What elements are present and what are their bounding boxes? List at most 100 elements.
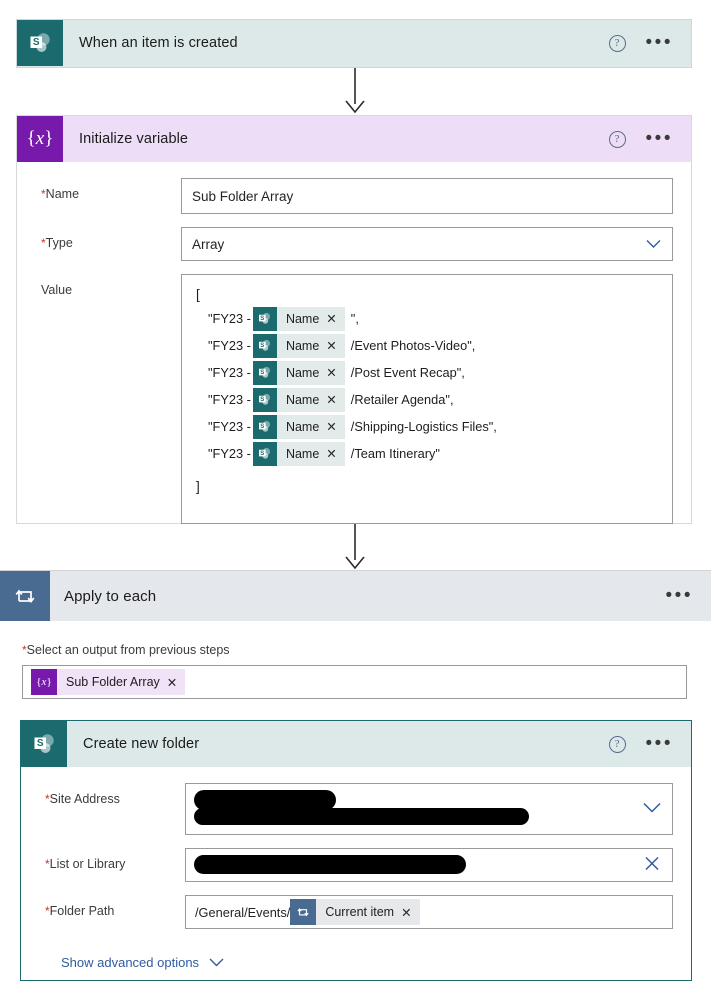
dynamic-content-token[interactable]: {x} Sub Folder Array ✕ [31,669,186,695]
site-address-dropdown[interactable] [185,783,673,835]
scope-card-apply-to-each[interactable]: Apply to each ••• *Select an output from… [0,570,711,999]
show-advanced-options-link[interactable]: Show advanced options [61,955,224,970]
apply-to-each-title: Apply to each [64,587,157,605]
field-row-site-address: *Site Address [21,783,691,835]
action-card-create-new-folder[interactable]: S Create new folder ? ••• *Site Address [20,720,692,981]
array-open-bracket: [ [196,287,200,302]
create-new-folder-header-actions: ? ••• [608,734,691,753]
show-advanced-options-label: Show advanced options [61,955,200,970]
help-icon[interactable]: ? [608,735,626,753]
connector-arrow-1 [340,68,370,114]
sharepoint-icon: S [252,360,277,385]
help-icon[interactable]: ? [608,34,626,52]
sharepoint-icon: S [252,414,277,439]
apply-to-each-header[interactable]: Apply to each ••• [0,571,711,621]
folder-path-label: *Folder Path [45,904,115,918]
chevron-down-icon[interactable] [209,955,224,970]
redaction-mark [194,790,336,810]
dynamic-content-token[interactable]: S Name ✕ [252,360,345,385]
name-input[interactable]: Sub Folder Array [181,178,673,214]
array-item-row: "FY23 - S Nam [194,305,660,332]
overflow-menu-icon[interactable]: ••• [646,33,673,52]
dynamic-content-token[interactable]: S Name ✕ [252,387,345,412]
folder-path-input[interactable]: /General/Events/ Current item ✕ [185,895,673,929]
remove-token-icon[interactable]: ✕ [326,419,344,434]
sharepoint-icon: S [252,306,277,331]
svg-text:S: S [261,451,265,457]
name-input-value: Sub Folder Array [192,188,294,204]
array-item-row: "FY23 - S Nam [194,359,660,386]
sharepoint-icon: S [252,441,277,466]
remove-token-icon[interactable]: ✕ [326,392,344,407]
trigger-header-actions: ? ••• [608,33,691,52]
trigger-card-header[interactable]: S When an item is created ? ••• [17,20,691,66]
array-item-row: "FY23 - S Nam [194,413,660,440]
site-address-label: *Site Address [45,792,120,806]
remove-token-icon[interactable]: ✕ [326,338,344,353]
folder-path-value: /General/Events/ [195,904,291,920]
initialize-variable-title: Initialize variable [79,131,189,147]
svg-text:S: S [261,343,265,349]
svg-text:S: S [261,370,265,376]
dynamic-content-token[interactable]: Current item ✕ [290,899,420,925]
overflow-menu-icon[interactable]: ••• [646,734,673,753]
redaction-mark [194,855,466,874]
svg-text:S: S [37,738,44,749]
select-output-label: Select an output from previous steps [26,643,230,657]
trigger-card-when-an-item-is-created[interactable]: S When an item is created ? ••• [16,19,692,68]
action-card-initialize-variable[interactable]: {x} Initialize variable ? ••• *Name Sub … [16,115,692,524]
array-item-row: "FY23 - S Nam [194,386,660,413]
variable-braces-icon: {x} [31,669,57,695]
field-row-type: *Type Array [17,227,691,261]
sharepoint-icon: S [21,721,67,767]
redaction-mark [194,808,529,825]
variable-braces-icon: {x} [17,116,63,162]
svg-text:S: S [33,37,40,48]
dynamic-content-token[interactable]: S Name ✕ [252,414,345,439]
sharepoint-icon: S [252,387,277,412]
help-icon[interactable]: ? [608,130,626,148]
token-label: Name [285,419,320,434]
array-item-row: "FY23 - S Nam [194,440,660,467]
sharepoint-icon: S [17,20,63,66]
list-or-library-label: *List or Library [45,857,126,871]
type-dropdown-value: Array [192,236,225,252]
sharepoint-icon: S [252,333,277,358]
token-label: Name [285,365,320,380]
initialize-variable-body: *Name Sub Folder Array *Type Array Value… [17,162,691,524]
field-row-value: Value [ "FY23 - S Name ✕ ", "FY23 - S Na… [17,274,691,524]
type-label: *Type [41,236,73,250]
dynamic-content-token[interactable]: S Name ✕ [252,333,345,358]
clear-field-icon[interactable] [644,856,660,875]
create-new-folder-body: *Site Address *List or Library *Folder P… [21,767,691,972]
dynamic-content-token[interactable]: S Name ✕ [252,441,345,466]
initialize-variable-header[interactable]: {x} Initialize variable ? ••• [17,116,691,162]
create-new-folder-header[interactable]: S Create new folder ? ••• [21,721,691,767]
array-close-bracket: ] [196,479,200,494]
token-label: Current item [325,905,395,919]
trigger-title: When an item is created [79,35,238,51]
chevron-down-icon[interactable] [646,237,661,252]
overflow-menu-icon[interactable]: ••• [666,586,693,605]
list-or-library-dropdown[interactable] [185,848,673,882]
token-label: Name [285,392,320,407]
connector-arrow-2 [340,524,370,570]
remove-token-icon[interactable]: ✕ [326,365,344,380]
token-label: Name [285,338,320,353]
svg-text:S: S [261,424,265,430]
value-editor[interactable]: [ "FY23 - S Name ✕ ", "FY23 - S Name ✕ /… [181,274,673,524]
flow-designer-canvas: S When an item is created ? ••• {x} Init… [0,0,711,999]
chevron-down-icon[interactable] [643,802,661,817]
token-label: Name [285,446,320,461]
array-item-row: "FY23 - S Nam [194,332,660,359]
field-row-list-or-library: *List or Library [21,848,691,882]
svg-text:S: S [261,316,265,322]
remove-token-icon[interactable]: ✕ [167,675,185,690]
dynamic-content-token[interactable]: S Name ✕ [252,306,345,331]
overflow-menu-icon[interactable]: ••• [646,129,673,148]
type-dropdown[interactable]: Array [181,227,673,261]
remove-token-icon[interactable]: ✕ [401,905,419,920]
remove-token-icon[interactable]: ✕ [326,446,344,461]
select-output-input[interactable]: {x} Sub Folder Array ✕ [22,665,687,699]
remove-token-icon[interactable]: ✕ [326,311,344,326]
